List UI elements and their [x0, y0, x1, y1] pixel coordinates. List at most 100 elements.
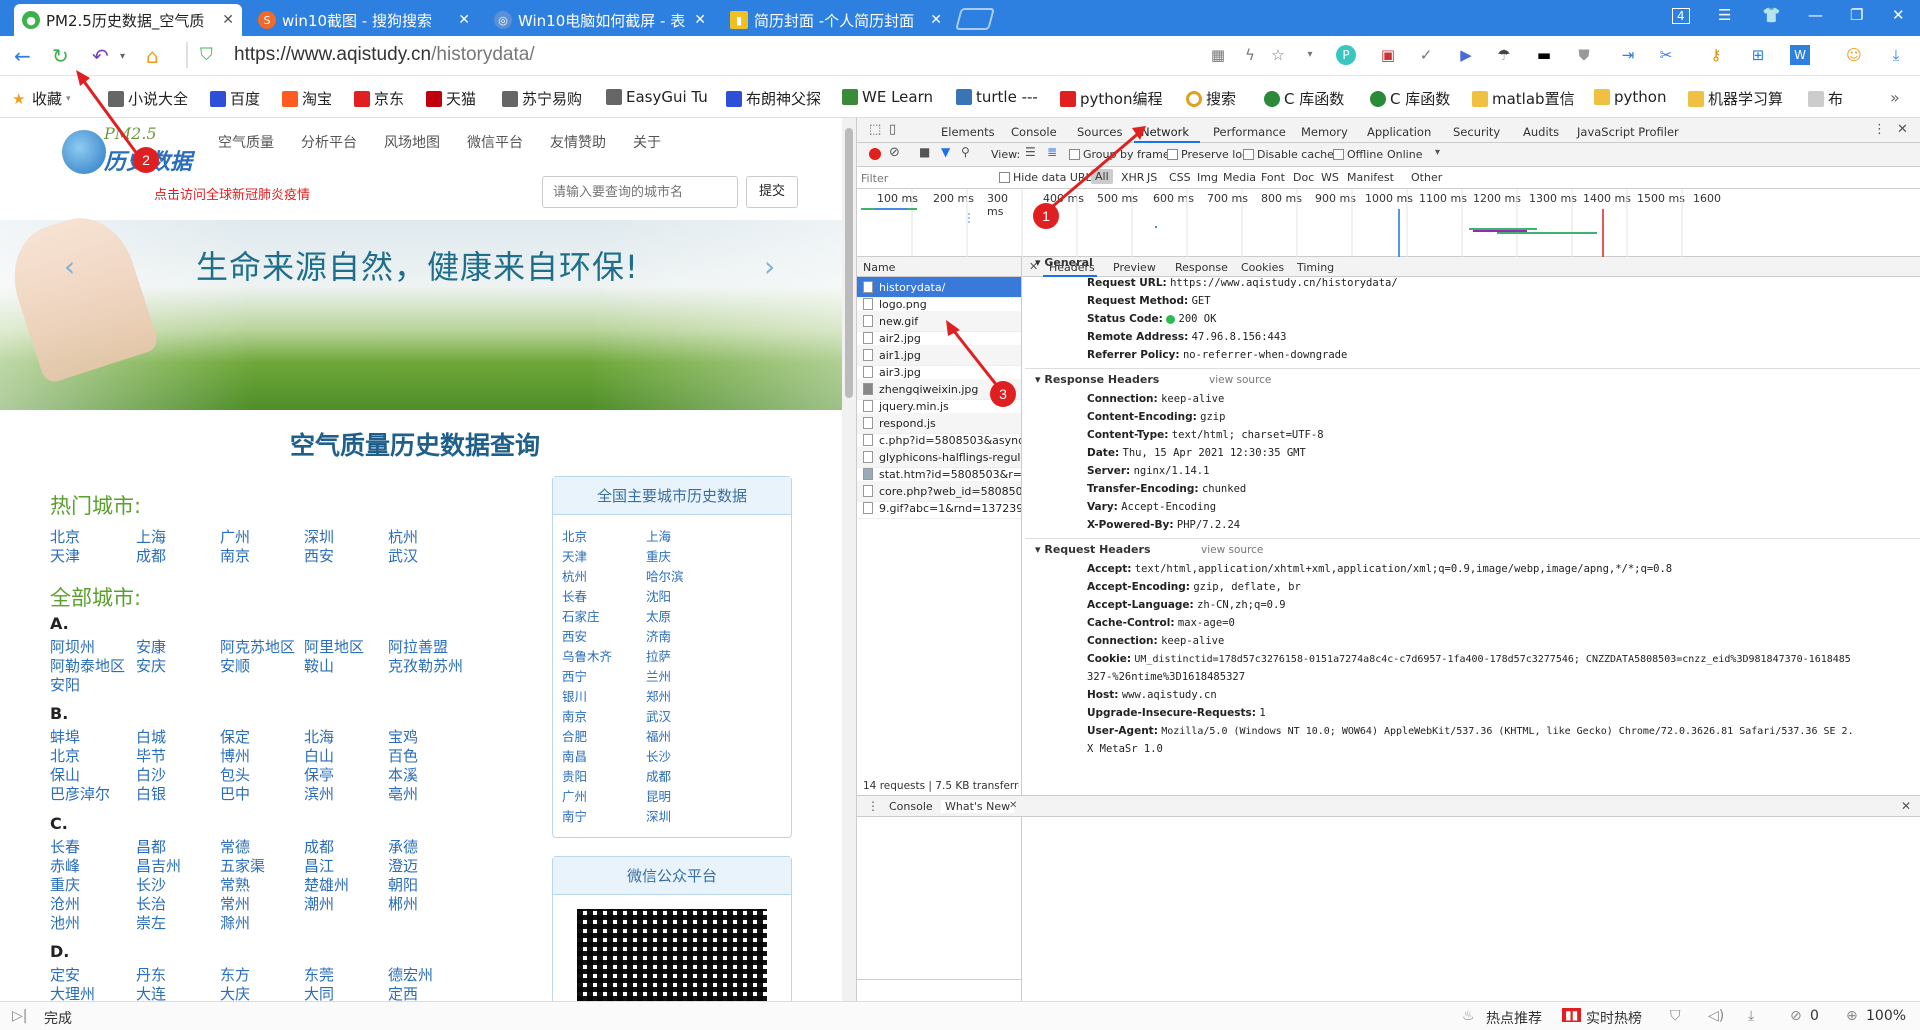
city-link[interactable]: 大连 [136, 983, 166, 1001]
extension-p-icon[interactable]: P [1336, 45, 1356, 65]
city-link[interactable]: 天津 [50, 545, 80, 566]
filter-input[interactable] [861, 169, 991, 187]
filter-icon[interactable]: ▼ [941, 145, 950, 159]
city-link[interactable]: 济南 [646, 626, 671, 645]
request-headers-section[interactable]: ▾ Request Headers [1035, 543, 1151, 556]
more-options-icon[interactable]: ⋮ [1873, 122, 1886, 137]
city-link[interactable]: 深圳 [646, 806, 671, 825]
tab-memory[interactable]: Memory [1301, 125, 1348, 139]
city-link[interactable]: 克孜勒苏州 [388, 655, 463, 676]
city-link[interactable]: 亳州 [388, 783, 418, 804]
filter-type[interactable]: CSS [1169, 171, 1191, 184]
city-link[interactable]: 白山 [304, 745, 334, 766]
city-link[interactable]: 乌鲁木齐 [562, 646, 612, 665]
covid-link[interactable]: 点击访问全球新冠肺炎疫情 [154, 184, 310, 203]
city-link[interactable]: 常熟 [220, 874, 250, 895]
city-link[interactable]: 百色 [388, 745, 418, 766]
city-link[interactable]: 保定 [220, 726, 250, 747]
reload-icon[interactable]: ↻ [52, 44, 69, 68]
city-link[interactable]: 常州 [220, 893, 250, 914]
nav-item[interactable]: 分析平台 [301, 132, 357, 152]
close-tab-icon[interactable]: ✕ [222, 12, 234, 28]
bookmark-item[interactable]: 布朗神父探 [726, 88, 821, 109]
word-icon[interactable]: W [1790, 45, 1810, 65]
city-link[interactable]: 贵阳 [562, 766, 587, 785]
city-link[interactable]: 大庆 [220, 983, 250, 1001]
city-link[interactable]: 阿坝州 [50, 636, 95, 657]
response-headers-section[interactable]: ▾ Response Headers [1035, 373, 1159, 386]
city-link[interactable]: 长春 [50, 836, 80, 857]
chevron-down-icon[interactable]: ▾ [1300, 45, 1320, 65]
city-link[interactable]: 昌都 [136, 836, 166, 857]
city-link[interactable]: 北京 [50, 745, 80, 766]
city-link[interactable]: 蚌埠 [50, 726, 80, 747]
city-link[interactable]: 白沙 [136, 764, 166, 785]
filter-type[interactable]: Img [1197, 171, 1218, 184]
city-link[interactable]: 大理州 [50, 983, 95, 1001]
city-link[interactable]: 成都 [304, 836, 334, 857]
filter-type-all[interactable]: All [1091, 169, 1113, 184]
tab-performance[interactable]: Performance [1213, 125, 1286, 139]
url-field[interactable]: https://www.aqistudy.cn/historydata/ [234, 44, 535, 66]
hide-data-urls-checkbox[interactable] [999, 172, 1010, 183]
scrollbar-thumb[interactable] [845, 128, 853, 398]
city-link[interactable]: 赤峰 [50, 855, 80, 876]
bookmark-item[interactable]: python [1594, 88, 1666, 106]
city-link[interactable]: 南京 [220, 545, 250, 566]
city-link[interactable]: 包头 [220, 764, 250, 785]
name-column-header[interactable]: Name [863, 261, 895, 274]
city-link[interactable]: 南昌 [562, 746, 587, 765]
submit-button[interactable]: 提交 [746, 176, 798, 208]
city-link[interactable]: 深圳 [304, 526, 334, 547]
city-link[interactable]: 上海 [136, 526, 166, 547]
waterfall-icon[interactable]: ≣ [1047, 145, 1057, 159]
city-link[interactable]: 武汉 [388, 545, 418, 566]
city-link[interactable]: 长沙 [136, 874, 166, 895]
minimize-icon[interactable]: — [1808, 6, 1823, 24]
city-link[interactable]: 昌吉州 [136, 855, 181, 876]
city-link[interactable]: 广州 [562, 786, 587, 805]
city-link[interactable]: 杭州 [562, 566, 587, 585]
view-source-link[interactable]: view source [1209, 374, 1271, 386]
tab-console[interactable]: Console [1011, 125, 1057, 139]
nav-item[interactable]: 关于 [633, 132, 661, 152]
clear-icon[interactable]: ⊘ [889, 145, 900, 160]
tab-security[interactable]: Security [1453, 125, 1500, 139]
filter-type[interactable]: Manifest [1347, 171, 1394, 184]
city-link[interactable]: 长治 [136, 893, 166, 914]
city-link[interactable]: 定安 [50, 964, 80, 985]
nav-item[interactable]: 友情赞助 [550, 132, 606, 152]
undo-icon[interactable]: ↶ [92, 44, 109, 68]
city-link[interactable]: 池州 [50, 912, 80, 933]
detail-tab-timing[interactable]: Timing [1297, 261, 1334, 274]
drawer-tab-whats-new[interactable]: What's New [941, 800, 1015, 813]
trending-icon[interactable]: ▮▮ [1562, 1008, 1582, 1022]
city-link[interactable]: 沈阳 [646, 586, 671, 605]
bookmark-item[interactable]: 机器学习算 [1688, 88, 1783, 109]
city-link[interactable]: 西宁 [562, 666, 587, 685]
record-icon[interactable] [869, 148, 881, 160]
download-icon[interactable]: ⤓ [1748, 1008, 1754, 1024]
city-link[interactable]: 郑州 [646, 686, 671, 705]
city-link[interactable]: 长春 [562, 586, 587, 605]
network-overview[interactable]: 100 ms 200 ms 300 ms 400 ms 500 ms 600 m… [857, 189, 1920, 257]
skin-icon[interactable]: 👕 [1762, 6, 1781, 24]
city-link[interactable]: 重庆 [50, 874, 80, 895]
drawer-tab-console[interactable]: Console [889, 800, 933, 813]
disable-cache-checkbox[interactable] [1243, 149, 1254, 160]
page-scrollbar[interactable] [842, 118, 856, 1001]
detail-tab-headers[interactable]: Headers [1049, 261, 1095, 274]
detail-tab-cookies[interactable]: Cookies [1241, 261, 1284, 274]
download-icon[interactable]: ⤓ [1886, 45, 1906, 65]
bookmark-item[interactable]: 天猫 [426, 88, 476, 109]
city-link[interactable]: 福州 [646, 726, 671, 745]
tab-network[interactable]: Network [1141, 125, 1189, 139]
bookmark-item[interactable]: 京东 [354, 88, 404, 109]
close-window-icon[interactable]: ✕ [1892, 6, 1905, 24]
prev-slide-icon[interactable]: ‹ [64, 250, 75, 283]
city-link[interactable]: 阿拉善盟 [388, 636, 448, 657]
back-icon[interactable]: ← [14, 44, 31, 68]
tab-audits[interactable]: Audits [1523, 125, 1559, 139]
sidebar-toggle-icon[interactable]: ▷| [12, 1008, 27, 1024]
nav-item[interactable]: 微信平台 [467, 132, 523, 152]
